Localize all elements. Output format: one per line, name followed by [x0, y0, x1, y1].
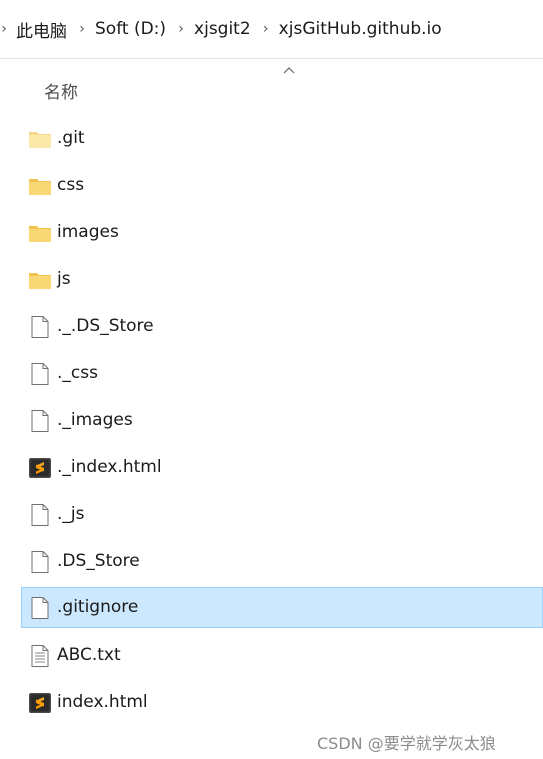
file-row[interactable]: images: [21, 212, 543, 253]
file-name: ._js: [57, 504, 85, 524]
column-header-label: 名称: [44, 83, 78, 103]
folder-icon: [28, 175, 52, 197]
chevron-right-icon[interactable]: ›: [172, 14, 190, 44]
chevron-right-icon[interactable]: ›: [0, 14, 12, 44]
file-name: ABC.txt: [57, 645, 121, 665]
file-icon: [28, 316, 52, 338]
sort-ascending-icon: [283, 67, 295, 74]
file-name: .gitignore: [57, 597, 139, 617]
file-row[interactable]: ABC.txt: [21, 635, 543, 676]
file-name: css: [57, 175, 85, 195]
chevron-right-icon[interactable]: ›: [73, 14, 91, 44]
file-name: .git: [57, 128, 85, 148]
breadcrumb-item-xjsgit2[interactable]: xjsgit2: [190, 19, 257, 39]
file-icon: [28, 363, 52, 385]
breadcrumb-item-drive[interactable]: Soft (D:): [91, 19, 172, 39]
file-name: ._.DS_Store: [57, 316, 154, 336]
file-row[interactable]: .gitignore: [21, 587, 543, 628]
file-name: index.html: [57, 692, 148, 712]
file-icon: [28, 504, 52, 526]
breadcrumb-item-current-folder[interactable]: xjsGitHub.github.io: [275, 19, 448, 39]
breadcrumb-item-this-pc[interactable]: 此电脑: [12, 17, 73, 42]
folder-icon-light: [28, 128, 52, 150]
column-header-name[interactable]: 名称: [0, 60, 543, 112]
file-name: images: [57, 222, 119, 242]
file-row[interactable]: .git: [21, 118, 543, 159]
file-row[interactable]: ._js: [21, 494, 543, 535]
watermark: CSDN @要学就学灰太狼: [317, 734, 496, 753]
file-row[interactable]: css: [21, 165, 543, 206]
sublime-file-icon: [28, 692, 52, 714]
file-row[interactable]: .DS_Store: [21, 541, 543, 582]
folder-icon: [28, 222, 52, 244]
file-icon: [28, 551, 52, 573]
file-row[interactable]: ._images: [21, 400, 543, 441]
file-name: ._images: [57, 410, 133, 430]
file-row[interactable]: ._css: [21, 353, 543, 394]
file-row[interactable]: js: [21, 259, 543, 300]
chevron-right-icon[interactable]: ›: [257, 14, 275, 44]
breadcrumb: › 此电脑 › Soft (D:) › xjsgit2 › xjsGitHub.…: [0, 0, 543, 59]
file-icon: [28, 410, 52, 432]
file-row[interactable]: ._index.html: [21, 447, 543, 488]
file-name: ._css: [57, 363, 98, 383]
file-row[interactable]: index.html: [21, 682, 543, 723]
sublime-file-icon: [28, 457, 52, 479]
file-name: .DS_Store: [57, 551, 140, 571]
file-icon: [28, 597, 52, 619]
file-name: ._index.html: [57, 457, 162, 477]
file-row[interactable]: ._.DS_Store: [21, 306, 543, 347]
folder-icon: [28, 269, 52, 291]
text-file-icon: [28, 645, 52, 667]
file-name: js: [57, 269, 71, 289]
